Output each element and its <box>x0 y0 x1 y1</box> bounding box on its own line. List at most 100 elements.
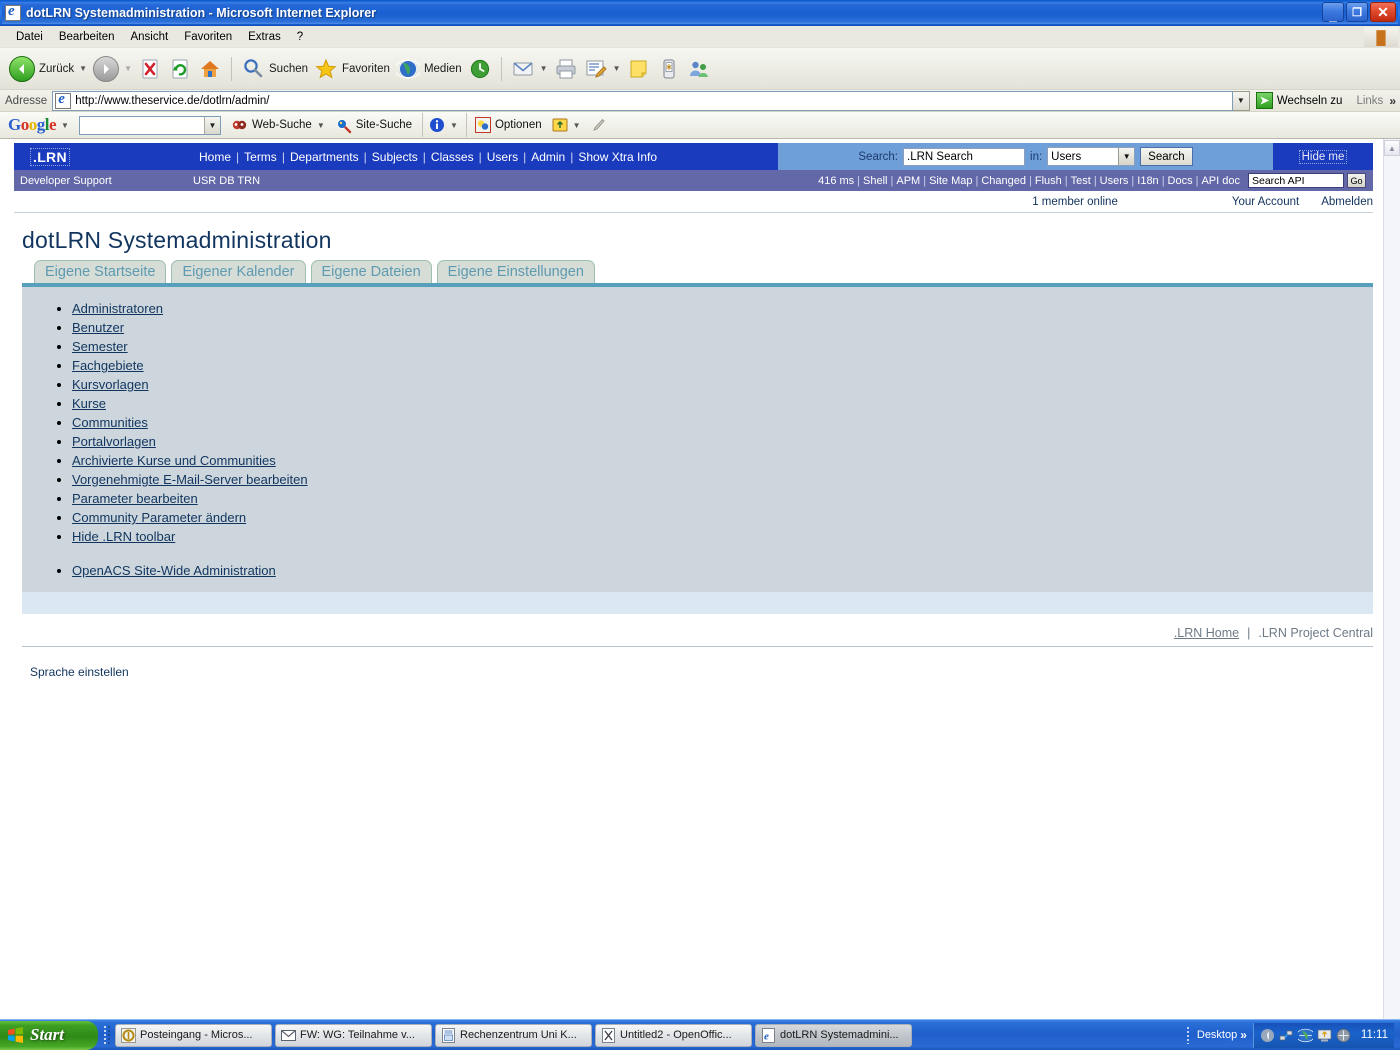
link-fachgebiete[interactable]: Fachgebiete <box>72 358 144 373</box>
menu-item-ansicht[interactable]: Ansicht <box>122 29 176 45</box>
taskbar-button-dotlrn[interactable]: e dotLRN Systemadmini... <box>755 1024 912 1047</box>
update-icon[interactable] <box>1317 1028 1332 1043</box>
lrn-search-input[interactable]: .LRN Search <box>903 148 1025 166</box>
start-button[interactable]: Start <box>0 1021 98 1050</box>
dev-link-shell[interactable]: Shell <box>863 175 887 187</box>
google-menu-icon[interactable]: ▼ <box>61 121 69 130</box>
info-dropdown-icon[interactable]: ▼ <box>450 121 458 130</box>
refresh-button[interactable] <box>165 52 195 86</box>
nav-link-show-xtra-info[interactable]: Show Xtra Info <box>578 150 657 164</box>
google-search-history-icon[interactable]: ▼ <box>204 117 220 134</box>
lrn-search-button[interactable]: Search <box>1140 147 1192 166</box>
minimize-button[interactable]: _ <box>1322 2 1344 22</box>
logout-link[interactable]: Abmelden <box>1321 196 1373 208</box>
forward-button[interactable]: ▼ <box>90 52 135 86</box>
nav-link-home[interactable]: Home <box>199 150 231 164</box>
back-dropdown-icon[interactable]: ▼ <box>79 64 87 73</box>
menu-item-bearbeiten[interactable]: Bearbeiten <box>51 29 123 45</box>
taskbar-button-mail-message[interactable]: FW: WG: Teilnahme v... <box>275 1024 432 1047</box>
notes-button[interactable] <box>624 52 654 86</box>
api-search-input[interactable]: Search API <box>1248 173 1344 188</box>
link-parameter-bearbeiten[interactable]: Parameter bearbeiten <box>72 491 198 506</box>
taskbar-button-openoffice[interactable]: Untitled2 - OpenOffic... <box>595 1024 752 1047</box>
footer-lrn-home-link[interactable]: .LRN Home <box>1174 626 1239 640</box>
edit-button[interactable]: ▼ <box>581 52 624 86</box>
link-portalvorlagen[interactable]: Portalvorlagen <box>72 434 156 449</box>
back-button[interactable]: Zurück ▼ <box>6 52 90 86</box>
dev-link-changed[interactable]: Changed <box>981 175 1026 187</box>
stop-button[interactable] <box>135 52 165 86</box>
desktop-toolbar-label[interactable]: Desktop <box>1197 1029 1237 1041</box>
links-bar-label[interactable]: Links <box>1356 95 1383 107</box>
tray-overflow-icon[interactable]: » <box>1240 1028 1247 1042</box>
link-kursvorlagen[interactable]: Kursvorlagen <box>72 377 149 392</box>
google-highlight-button[interactable] <box>591 117 607 133</box>
volume-icon[interactable] <box>1260 1028 1275 1043</box>
close-button[interactable]: ✕ <box>1370 2 1396 22</box>
mail-button[interactable]: ▼ <box>508 52 551 86</box>
link-administratoren[interactable]: Administratoren <box>72 301 163 316</box>
search-button[interactable]: Suchen <box>238 52 311 86</box>
dev-link-docs[interactable]: Docs <box>1168 175 1193 187</box>
globe-icon[interactable] <box>1298 1028 1313 1043</box>
maximize-button[interactable]: ❐ <box>1346 2 1368 22</box>
nav-link-classes[interactable]: Classes <box>431 150 474 164</box>
nav-link-admin[interactable]: Admin <box>531 150 565 164</box>
nav-link-subjects[interactable]: Subjects <box>372 150 418 164</box>
network-icon[interactable] <box>1279 1028 1294 1043</box>
popup-blocker-dropdown-icon[interactable]: ▼ <box>573 121 581 130</box>
dev-link-flush[interactable]: Flush <box>1035 175 1062 187</box>
messenger-button[interactable] <box>684 52 714 86</box>
api-search-go-button[interactable]: Go <box>1347 173 1366 188</box>
media-button[interactable]: Medien <box>393 52 465 86</box>
link-benutzer[interactable]: Benutzer <box>72 320 124 335</box>
dev-link-timing[interactable]: 416 ms <box>818 175 854 187</box>
mail-dropdown-icon[interactable]: ▼ <box>540 64 548 73</box>
address-input[interactable]: http://www.theservice.de/dotlrn/admin/ <box>52 91 1233 111</box>
google-popup-blocker-button[interactable]: ▼ <box>552 117 581 133</box>
menu-item-extras[interactable]: Extras <box>240 29 289 45</box>
google-web-search-button[interactable]: Web-Suche ▼ <box>231 117 325 134</box>
taskbar-button-document[interactable]: Rechenzentrum Uni K... <box>435 1024 592 1047</box>
menu-item-datei[interactable]: Datei <box>8 29 51 45</box>
vertical-scrollbar[interactable]: ▲ <box>1383 139 1400 1019</box>
history-button[interactable] <box>465 52 495 86</box>
google-info-button[interactable]: ▼ <box>429 117 458 133</box>
edit-dropdown-icon[interactable]: ▼ <box>613 64 621 73</box>
dev-link-users[interactable]: Users <box>1100 175 1129 187</box>
go-button[interactable]: ➤ Wechseln zu <box>1250 92 1349 109</box>
link-archivierte-kurse[interactable]: Archivierte Kurse und Communities <box>72 453 276 468</box>
dev-link-i18n[interactable]: I18n <box>1137 175 1158 187</box>
dev-link-test[interactable]: Test <box>1071 175 1091 187</box>
home-button[interactable] <box>195 52 225 86</box>
lrn-search-scope-select[interactable]: Users ▼ <box>1047 147 1135 166</box>
nav-link-departments[interactable]: Departments <box>290 150 359 164</box>
print-button[interactable] <box>551 52 581 86</box>
tray-grip[interactable] <box>1184 1024 1193 1046</box>
menu-item-help[interactable]: ? <box>289 29 311 45</box>
favorites-button[interactable]: Favoriten <box>311 52 393 86</box>
tab-eigener-kalender[interactable]: Eigener Kalender <box>171 260 305 283</box>
menu-item-favoriten[interactable]: Favoriten <box>176 29 240 45</box>
device-button[interactable] <box>654 52 684 86</box>
dev-link-apm[interactable]: APM <box>896 175 920 187</box>
nav-link-users[interactable]: Users <box>487 150 518 164</box>
scroll-up-icon[interactable]: ▲ <box>1384 140 1400 156</box>
address-dropdown-icon[interactable]: ▼ <box>1233 91 1250 111</box>
hide-me-button[interactable]: Hide me <box>1273 143 1373 170</box>
tab-eigene-dateien[interactable]: Eigene Dateien <box>311 260 432 283</box>
link-openacs-site-wide-admin[interactable]: OpenACS Site-Wide Administration <box>72 563 276 578</box>
taskbar-clock[interactable]: 11:11 <box>1361 1029 1388 1041</box>
google-site-search-button[interactable]: Site-Suche <box>335 117 412 134</box>
tab-eigene-startseite[interactable]: Eigene Startseite <box>34 260 166 283</box>
link-kurse[interactable]: Kurse <box>72 396 106 411</box>
taskbar-button-outlook[interactable]: Posteingang - Micros... <box>115 1024 272 1047</box>
google-options-button[interactable]: Optionen <box>475 117 542 133</box>
your-account-link[interactable]: Your Account <box>1232 196 1299 208</box>
taskbar-grip[interactable] <box>102 1024 111 1046</box>
language-setting-link[interactable]: Sprache einstellen <box>30 665 1383 679</box>
link-email-server[interactable]: Vorgenehmigte E-Mail-Server bearbeiten <box>72 472 308 487</box>
link-communities[interactable]: Communities <box>72 415 148 430</box>
link-hide-lrn-toolbar[interactable]: Hide .LRN toolbar <box>72 529 175 544</box>
lrn-brand[interactable]: .LRN <box>14 143 199 170</box>
